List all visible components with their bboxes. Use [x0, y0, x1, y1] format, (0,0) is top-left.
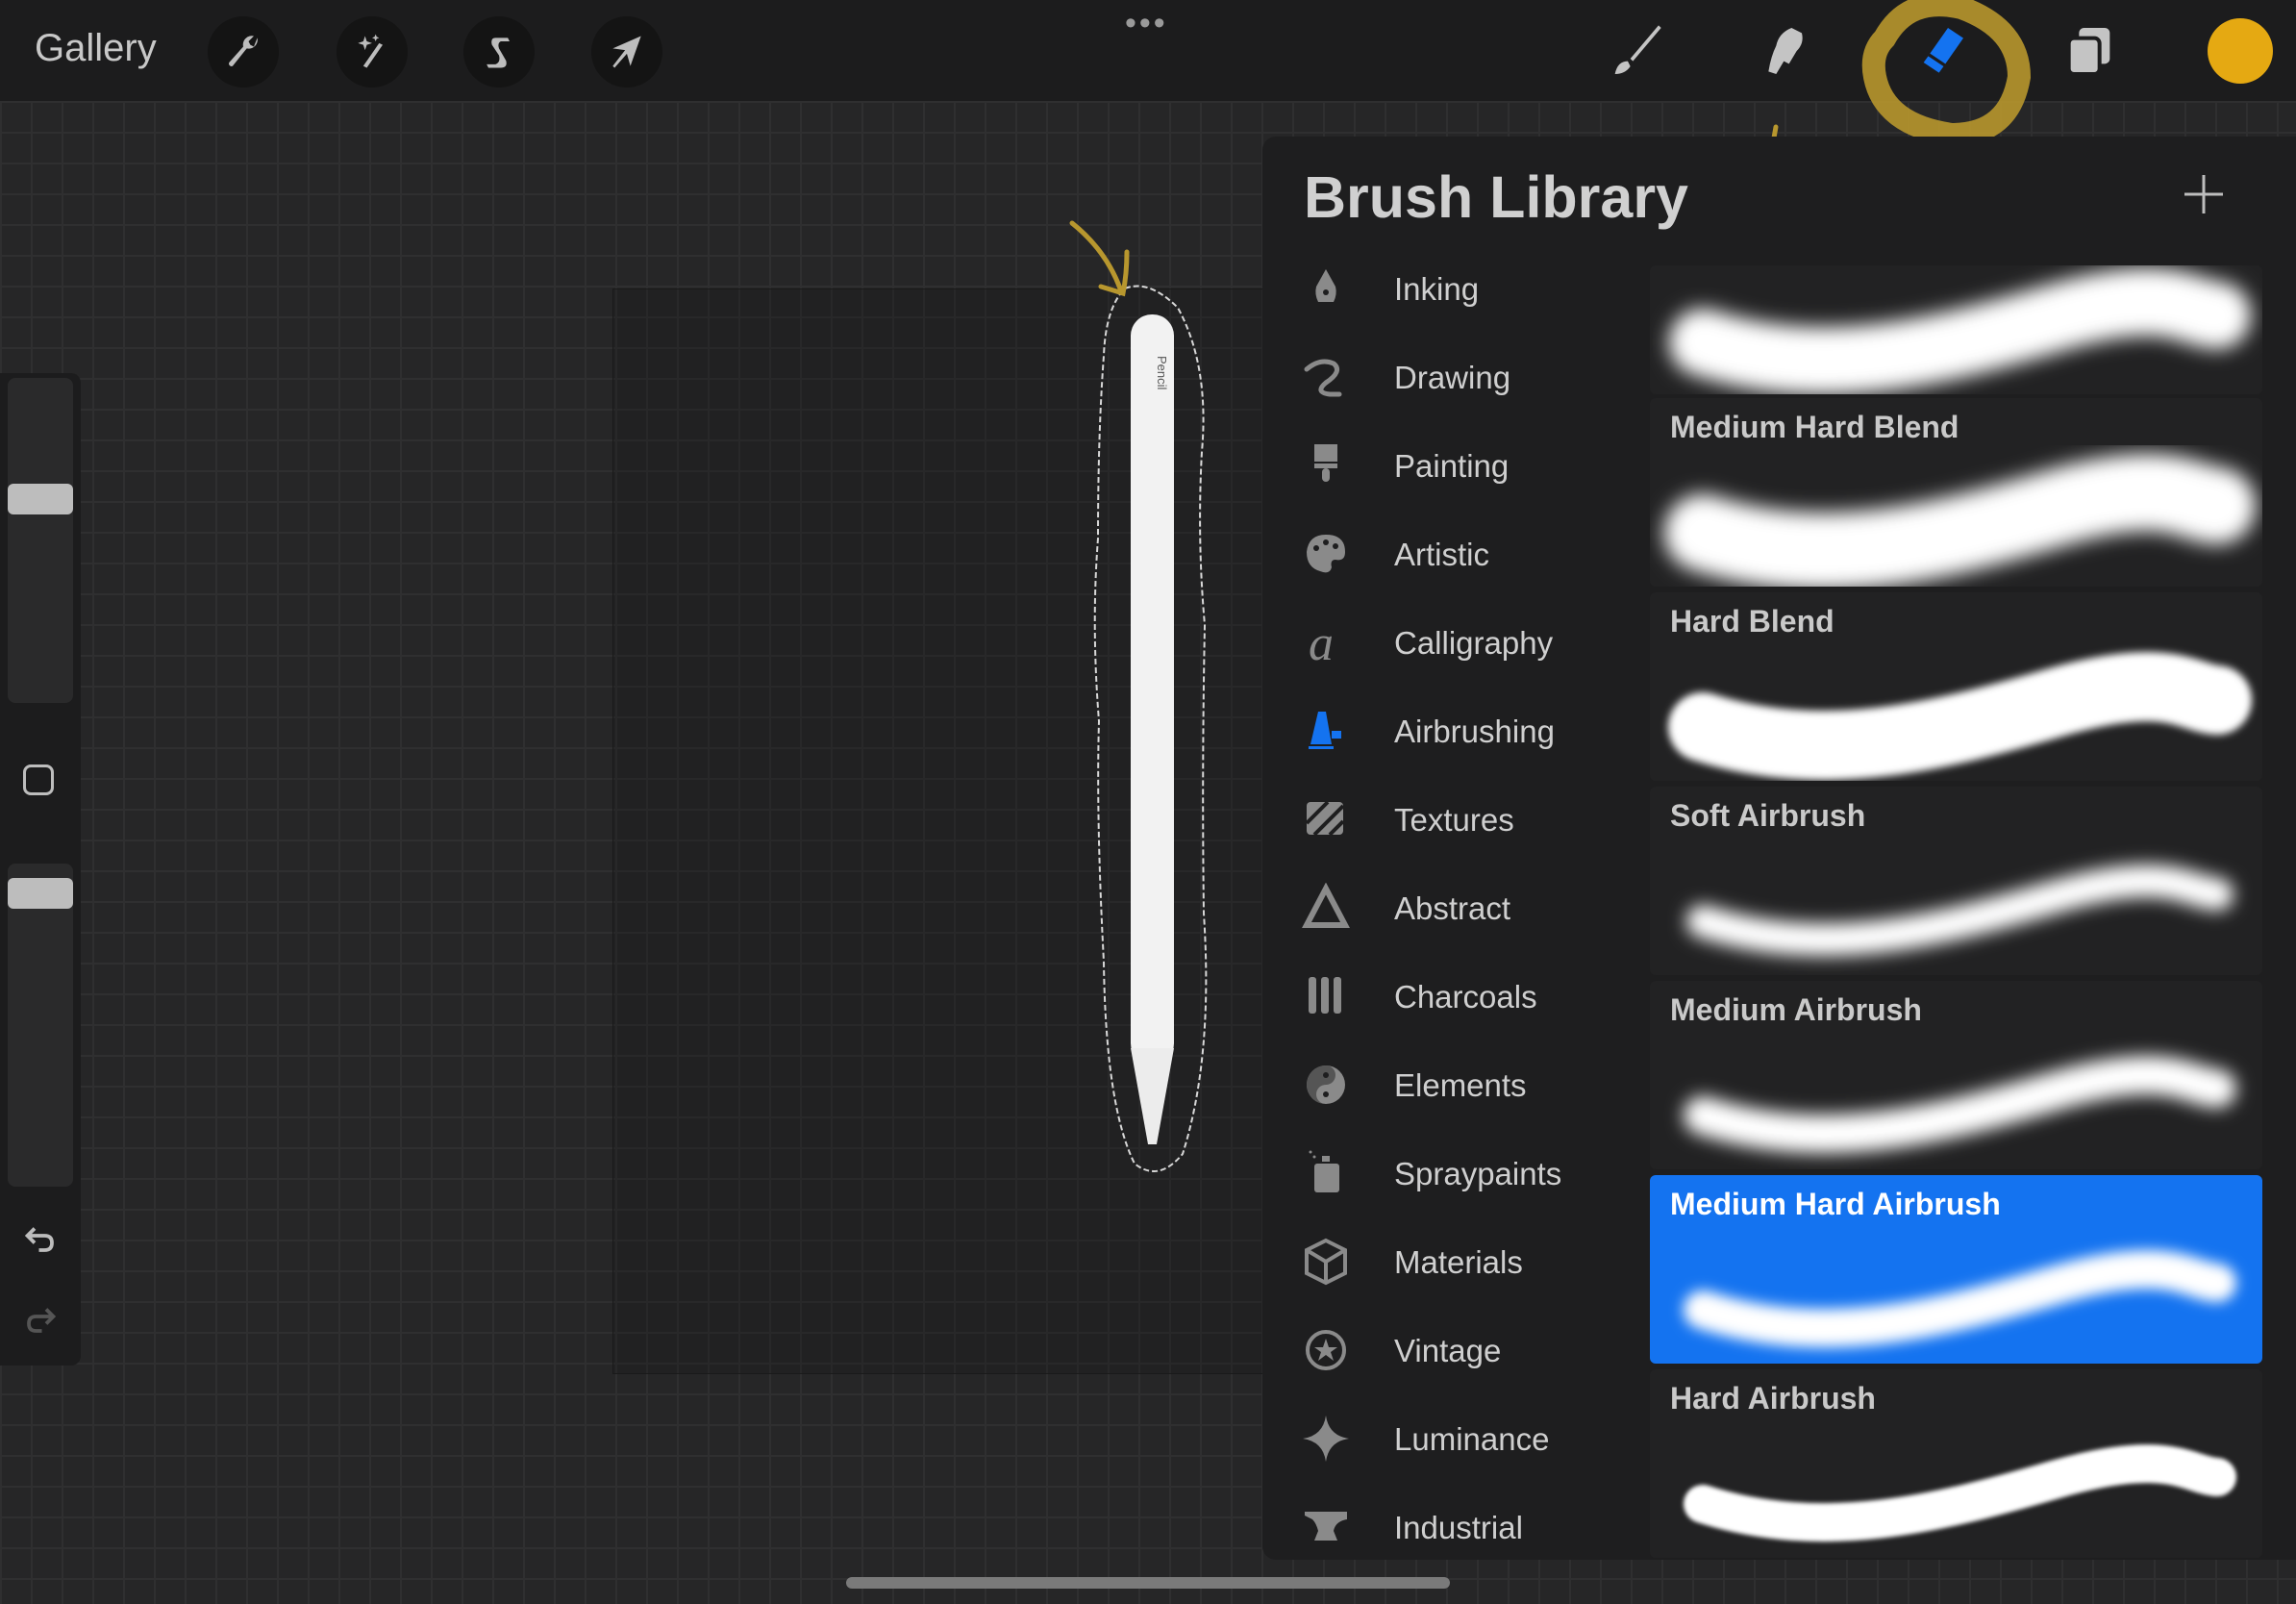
yin-yang-icon [1307, 1065, 1345, 1104]
top-toolbar: Gallery ••• [0, 0, 2296, 101]
category-label: Luminance [1394, 1421, 1550, 1457]
brush-stroke-preview [1668, 652, 2252, 781]
pen-nib-icon [1315, 269, 1336, 302]
category-label: Vintage [1394, 1333, 1502, 1368]
hatched-square-icon [1305, 800, 1345, 837]
brush-tile[interactable]: Medium Hard Airbrush [1650, 1175, 2262, 1364]
brush-stroke-preview [1686, 865, 2234, 957]
eraser-icon [1923, 28, 1963, 73]
cube-icon [1305, 1238, 1347, 1286]
category-label: Artistic [1394, 537, 1489, 572]
brush-tile[interactable]: Soft Airbrush [1650, 787, 2262, 975]
anvil-icon [1305, 1512, 1347, 1541]
color-picker-button[interactable] [2208, 18, 2273, 84]
brush-library-panel: Brush Library Inking Drawing Painting Artis… [1262, 137, 2296, 1560]
layers-button[interactable] [2056, 17, 2123, 85]
panel-title: Brush Library [1304, 164, 1688, 230]
brush-tile[interactable] [1650, 265, 2262, 394]
palette-icon [1307, 535, 1345, 573]
transform-button[interactable] [591, 16, 662, 88]
brush-size-slider[interactable] [8, 378, 73, 703]
modify-button[interactable] [23, 764, 54, 795]
category-drawing[interactable]: Drawing [1262, 338, 1647, 415]
star-circle-icon [1306, 1330, 1346, 1370]
brush-tile[interactable]: Medium Hard Blend [1650, 398, 2262, 587]
layers-icon [2066, 28, 2110, 76]
airbrush-icon [1309, 712, 1341, 749]
category-label: Inking [1394, 271, 1480, 307]
brush-tool-button[interactable] [1602, 17, 1669, 85]
more-options-handle[interactable]: ••• [1125, 7, 1168, 39]
category-airbrushing[interactable]: Airbrushing [1262, 692, 1647, 769]
category-label: Abstract [1394, 890, 1511, 926]
category-label: Drawing [1394, 360, 1511, 395]
brush-stroke-preview [1684, 1444, 2236, 1542]
category-label: Painting [1394, 448, 1510, 484]
eraser-tool-button[interactable] [1907, 17, 1974, 85]
category-spraypaints[interactable]: Spraypaints [1262, 1135, 1647, 1212]
brush-stroke-preview [1664, 454, 2256, 587]
document-canvas[interactable] [612, 288, 1307, 1374]
redo-icon[interactable] [21, 1302, 60, 1337]
category-inking[interactable]: Inking [1262, 250, 1647, 327]
triangle-icon [1302, 883, 1350, 928]
brush-tile[interactable]: Medium Airbrush [1650, 981, 2262, 1169]
category-label: Spraypaints [1394, 1156, 1562, 1191]
selection-s-icon [487, 38, 510, 68]
wrench-icon [229, 36, 258, 66]
home-indicator[interactable] [846, 1577, 1450, 1589]
category-luminance[interactable]: Luminance [1262, 1400, 1647, 1477]
category-vintage[interactable]: Vintage [1262, 1312, 1647, 1389]
brush-stroke-preview [1684, 1250, 2236, 1348]
gallery-button[interactable]: Gallery [35, 27, 157, 70]
category-label: Charcoals [1394, 979, 1537, 1015]
brush-size-handle[interactable] [8, 484, 73, 515]
paint-brush-icon [1314, 444, 1337, 482]
paintbrush-icon [1614, 25, 1661, 74]
category-textures[interactable]: Textures [1262, 781, 1647, 858]
arrow-cursor-icon [612, 36, 641, 68]
brush-stroke-preview [1669, 268, 2251, 394]
selection-button[interactable] [463, 16, 535, 88]
squiggle-icon [1304, 359, 1342, 397]
category-label: Textures [1394, 802, 1514, 838]
category-painting[interactable]: Painting [1262, 427, 1647, 504]
category-label: Industrial [1394, 1510, 1523, 1545]
brush-tile[interactable]: Hard Blend [1650, 592, 2262, 781]
opacity-slider[interactable] [8, 864, 73, 1187]
category-abstract[interactable]: Abstract [1262, 869, 1647, 946]
adjustments-button[interactable] [337, 16, 408, 88]
opacity-handle[interactable] [8, 878, 73, 910]
category-label: Elements [1394, 1067, 1527, 1103]
category-charcoals[interactable]: Charcoals [1262, 958, 1647, 1035]
category-elements[interactable]: Elements [1262, 1046, 1647, 1123]
category-materials[interactable]: Materials [1262, 1223, 1647, 1300]
category-calligraphy[interactable]: a Calligraphy [1262, 604, 1647, 681]
plus-icon[interactable] [2181, 171, 2227, 217]
sparkle-icon [1303, 1416, 1349, 1462]
svg-text:a: a [1309, 617, 1334, 667]
actions-button[interactable] [208, 16, 279, 88]
magic-wand-icon [358, 34, 383, 68]
category-label: Materials [1394, 1244, 1523, 1280]
smudge-tool-button[interactable] [1753, 17, 1820, 85]
category-label: Calligraphy [1394, 625, 1554, 661]
brush-stroke-preview [1684, 1056, 2236, 1154]
charcoal-sticks-icon [1309, 977, 1341, 1014]
left-sidebar [0, 373, 81, 1366]
smudge-finger-icon [1768, 28, 1803, 74]
category-industrial[interactable]: Industrial [1262, 1489, 1647, 1566]
spray-can-icon [1309, 1150, 1339, 1192]
undo-icon[interactable] [21, 1221, 60, 1256]
category-artistic[interactable]: Artistic [1262, 515, 1647, 592]
script-a-icon: a [1309, 617, 1334, 667]
category-label: Airbrushing [1394, 714, 1555, 749]
brush-tile[interactable]: Hard Airbrush [1650, 1369, 2262, 1558]
